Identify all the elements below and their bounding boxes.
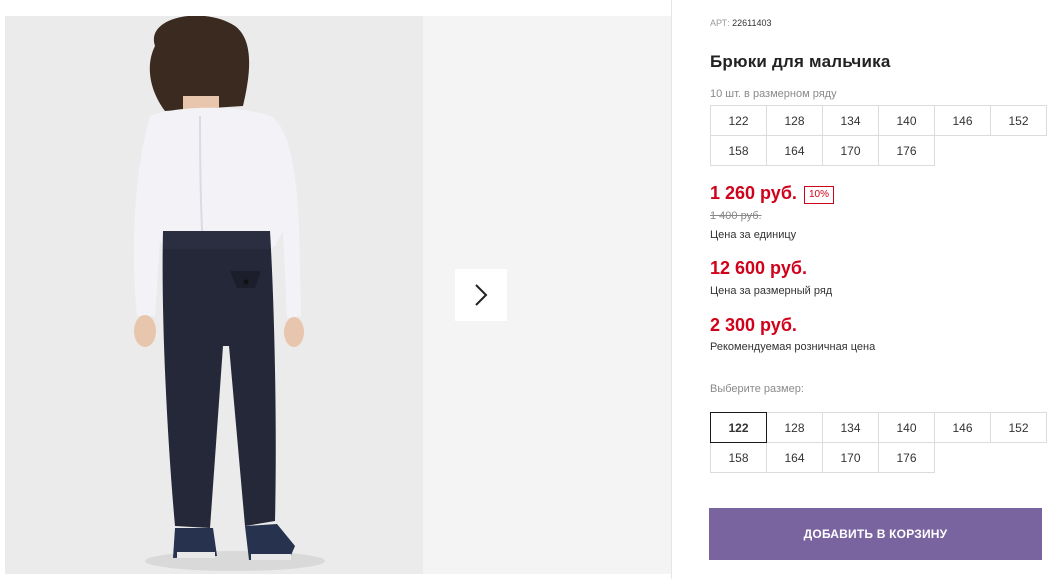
boy-in-trousers-illustration [5, 16, 423, 574]
unit-price: 1 260 руб. [710, 183, 797, 203]
size-option-176[interactable]: 176 [878, 442, 935, 473]
size-option-164: 164 [766, 135, 823, 166]
product-gallery [0, 0, 672, 579]
size-row-grid: 122 128 134 140 146 152 158 164 170 176 [710, 105, 1050, 166]
size-grid-row: 158 164 170 176 [710, 135, 1050, 166]
old-price: 1 400 руб. [710, 210, 762, 222]
size-option-152: 152 [990, 105, 1047, 136]
size-option-170: 170 [822, 135, 879, 166]
retail-price-caption: Рекомендуемая розничная цена [710, 341, 876, 353]
product-title: Брюки для мальчика [710, 52, 891, 71]
row-price-caption: Цена за размерный ряд [710, 285, 833, 297]
size-option-134: 134 [822, 105, 879, 136]
size-grid-row: 122 128 134 140 146 152 [710, 412, 1050, 443]
sku-value: 22611403 [732, 18, 772, 28]
add-to-cart-button[interactable]: ДОБАВИТЬ В КОРЗИНУ [709, 508, 1042, 560]
size-option-128: 128 [766, 105, 823, 136]
size-option-128[interactable]: 128 [766, 412, 823, 443]
size-option-140: 140 [878, 105, 935, 136]
size-option-146: 146 [934, 105, 991, 136]
size-option-158[interactable]: 158 [710, 442, 767, 473]
size-option-176: 176 [878, 135, 935, 166]
size-grid-row: 122 128 134 140 146 152 [710, 105, 1050, 136]
size-option-122: 122 [710, 105, 767, 136]
size-option-146[interactable]: 146 [934, 412, 991, 443]
gallery-next-button[interactable] [455, 269, 507, 321]
discount-badge: 10% [804, 186, 835, 204]
product-sku: АРТ: 22611403 [710, 18, 772, 28]
retail-price: 2 300 руб. [710, 315, 797, 335]
row-price: 12 600 руб. [710, 258, 807, 278]
size-option-134[interactable]: 134 [822, 412, 879, 443]
size-option-122[interactable]: 122 [710, 412, 767, 443]
size-grid-row: 158 164 170 176 [710, 442, 1050, 473]
sku-label: АРТ: [710, 18, 730, 28]
chevron-right-icon [475, 284, 488, 306]
size-chooser-grid: 122 128 134 140 146 152 158 164 170 176 [710, 412, 1050, 473]
unit-price-caption: Цена за единицу [710, 229, 797, 241]
choose-size-label: Выберите размер: [710, 383, 804, 395]
size-option-152[interactable]: 152 [990, 412, 1047, 443]
size-option-164[interactable]: 164 [766, 442, 823, 473]
size-option-170[interactable]: 170 [822, 442, 879, 473]
gallery-divider [671, 0, 672, 579]
product-photo-back-view[interactable] [5, 16, 423, 574]
size-option-158: 158 [710, 135, 767, 166]
size-option-140[interactable]: 140 [878, 412, 935, 443]
size-row-count: 10 шт. в размерном ряду [710, 88, 837, 100]
